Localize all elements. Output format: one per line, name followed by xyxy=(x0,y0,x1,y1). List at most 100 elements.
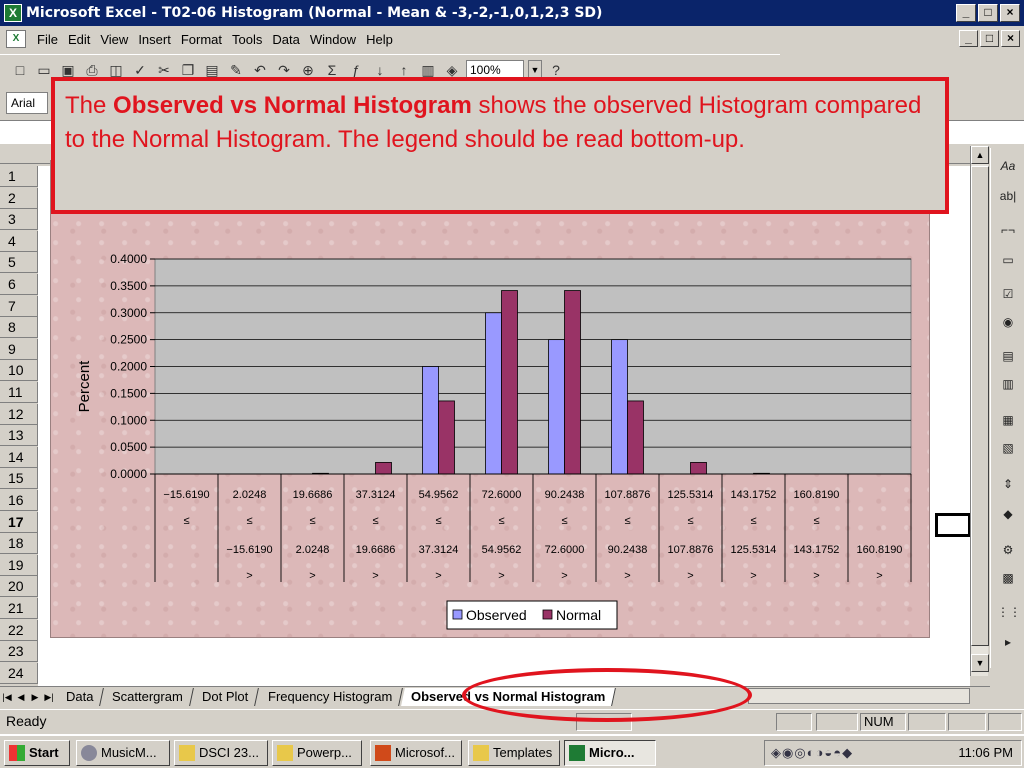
font-name-box[interactable]: Arial xyxy=(6,92,48,114)
menu-view[interactable]: View xyxy=(95,32,133,47)
new-icon[interactable]: □ xyxy=(10,60,30,80)
row-header[interactable]: 11 xyxy=(0,382,38,403)
status-panel-7 xyxy=(988,713,1022,731)
combo-box-tool-icon[interactable]: ▥ xyxy=(997,374,1019,394)
task-microsoft-powerpoint[interactable]: Microsof... xyxy=(370,740,462,766)
status-ready: Ready xyxy=(6,713,47,729)
prev-sheet-icon[interactable]: ◀ xyxy=(14,689,28,705)
combo-dropdown-tool-icon[interactable]: ▧ xyxy=(997,438,1019,458)
row-header[interactable]: 1 xyxy=(0,166,38,187)
document-window-controls: _ □ × xyxy=(959,30,1020,47)
x-category-label: 160.8190 xyxy=(857,544,903,556)
run-dialog-icon[interactable]: ▸ xyxy=(997,632,1019,652)
menu-insert[interactable]: Insert xyxy=(133,32,176,47)
next-sheet-icon[interactable]: ▶ xyxy=(28,689,42,705)
row-header[interactable]: 12 xyxy=(0,403,38,425)
x-category-label: > xyxy=(309,570,315,582)
row-header[interactable]: 24 xyxy=(0,662,38,684)
row-header[interactable]: 23 xyxy=(0,641,38,663)
row-header[interactable]: 22 xyxy=(0,619,38,641)
first-sheet-icon[interactable]: |◀ xyxy=(0,689,14,705)
x-category-label: ≤ xyxy=(246,515,252,527)
row-header[interactable]: 2 xyxy=(0,187,38,209)
menu-edit[interactable]: Edit xyxy=(63,32,95,47)
y-tick-label: 0.1500 xyxy=(110,386,147,400)
list-box-tool-icon[interactable]: ▤ xyxy=(997,346,1019,366)
task-musicmatch[interactable]: MusicM... xyxy=(76,740,170,766)
x-category-label: ≤ xyxy=(183,515,189,527)
row-header[interactable]: 18 xyxy=(0,533,38,555)
menu-help[interactable]: Help xyxy=(361,32,398,47)
explanation-callout: The Observed vs Normal Histogram shows t… xyxy=(51,77,949,214)
row-header[interactable]: 6 xyxy=(0,274,38,295)
selected-cell[interactable] xyxy=(935,513,971,537)
tab-frequency-histogram[interactable]: Frequency Histogram xyxy=(257,687,403,706)
toggle-grid-icon[interactable]: ⋮⋮ xyxy=(997,602,1021,622)
row-header[interactable]: 9 xyxy=(0,338,38,360)
x-category-label: ≤ xyxy=(309,515,315,527)
edit-code-icon[interactable]: ▩ xyxy=(997,568,1019,588)
scroll-up-icon[interactable]: ▲ xyxy=(971,146,989,164)
row-header[interactable]: 20 xyxy=(0,576,38,598)
row-header[interactable]: 19 xyxy=(0,554,38,576)
task-dsci-folder[interactable]: DSCI 23... xyxy=(174,740,268,766)
doc-minimize-button[interactable]: _ xyxy=(959,30,978,47)
edit-box-tool-icon[interactable]: ab| xyxy=(997,186,1019,206)
menu-tools[interactable]: Tools xyxy=(227,32,267,47)
row-header[interactable]: 14 xyxy=(0,446,38,468)
scroll-bar-tool-icon[interactable]: ⇕ xyxy=(997,474,1019,494)
menu-data[interactable]: Data xyxy=(267,32,304,47)
row-header[interactable]: 13 xyxy=(0,425,38,447)
row-header[interactable]: 15 xyxy=(0,468,38,490)
tab-data[interactable]: Data xyxy=(56,687,105,706)
vertical-scrollbar[interactable]: ▲ ▼ xyxy=(970,146,989,676)
windows-logo-icon xyxy=(9,745,25,761)
control-properties-icon[interactable]: ⚙ xyxy=(997,540,1019,560)
task-powerpoint-folder[interactable]: Powerp... xyxy=(272,740,362,766)
maximize-button[interactable]: □ xyxy=(978,4,998,22)
menu-file[interactable]: File xyxy=(32,32,63,47)
horizontal-scrollbar[interactable] xyxy=(748,688,970,704)
row-header[interactable]: 17 xyxy=(0,511,38,533)
doc-close-button[interactable]: × xyxy=(1001,30,1020,47)
row-header[interactable]: 10 xyxy=(0,360,38,382)
option-button-tool-icon[interactable]: ◉ xyxy=(997,312,1019,332)
row-header[interactable]: 21 xyxy=(0,598,38,619)
excel-app-icon[interactable]: X xyxy=(4,4,22,22)
combo-list-tool-icon[interactable]: ▦ xyxy=(997,410,1019,430)
spinner-tool-icon[interactable]: ◆ xyxy=(997,504,1019,524)
menu-window[interactable]: Window xyxy=(305,32,361,47)
minimize-button[interactable]: _ xyxy=(956,4,976,22)
chart-svg: 0.4000 0.3500 0.3000 0.2500 0.2000 0.1500 0.10… xyxy=(76,252,912,630)
row-header[interactable]: 4 xyxy=(0,230,38,252)
task-templates-folder[interactable]: Templates xyxy=(468,740,560,766)
histogram-chart[interactable]: 0.4000 0.3500 0.3000 0.2500 0.2000 0.1500 0.10… xyxy=(50,160,930,638)
scroll-down-icon[interactable]: ▼ xyxy=(971,654,989,672)
start-button[interactable]: Start xyxy=(4,740,70,766)
checkbox-tool-icon[interactable]: ☑ xyxy=(997,284,1019,304)
group-box-tool-icon[interactable]: ⌐¬ xyxy=(997,220,1019,240)
button-tool-icon[interactable]: ▭ xyxy=(997,250,1019,270)
row-header[interactable]: 16 xyxy=(0,490,38,511)
menu-format[interactable]: Format xyxy=(176,32,227,47)
row-header[interactable]: 7 xyxy=(0,295,38,317)
x-category-label: 143.1752 xyxy=(794,544,840,556)
clock: 11:06 PM xyxy=(958,745,1013,760)
label-tool-icon[interactable]: Aa xyxy=(997,156,1019,176)
bar-normal xyxy=(690,462,707,475)
tab-scattergram[interactable]: Scattergram xyxy=(102,687,195,706)
row-header[interactable]: 5 xyxy=(0,252,38,274)
title-bar: X Microsoft Excel - T02-06 Histogram (No… xyxy=(0,0,1024,26)
scroll-thumb[interactable] xyxy=(971,166,989,646)
x-category-label: 90.2438 xyxy=(608,544,648,556)
close-button[interactable]: × xyxy=(1000,4,1020,22)
workbook-icon[interactable]: X xyxy=(6,30,26,48)
tray-icons[interactable]: ◈◉◎◐◑◒◓◆ xyxy=(771,741,853,765)
doc-restore-button[interactable]: □ xyxy=(980,30,999,47)
row-header[interactable]: 3 xyxy=(0,209,38,231)
task-microsoft-excel[interactable]: Micro... xyxy=(564,740,656,766)
x-category-label: 90.2438 xyxy=(545,489,585,501)
row-header[interactable]: 8 xyxy=(0,317,38,339)
last-sheet-icon[interactable]: ▶| xyxy=(42,689,56,705)
tab-dot-plot[interactable]: Dot Plot xyxy=(192,687,260,706)
